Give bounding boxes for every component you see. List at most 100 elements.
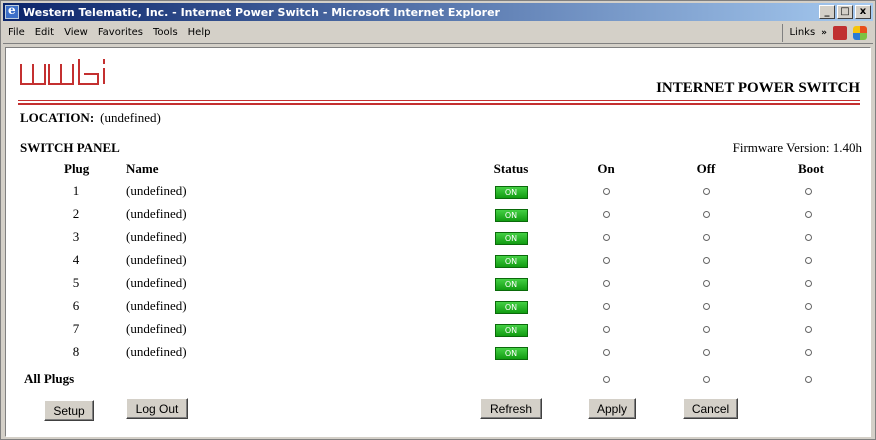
plug-name: (undefined) xyxy=(126,252,187,267)
header-divider xyxy=(18,100,860,101)
close-button[interactable]: x xyxy=(855,5,871,19)
header-off: Off xyxy=(696,161,716,176)
plug-number: 8 xyxy=(72,344,80,359)
menu-edit[interactable]: Edit xyxy=(30,27,59,38)
plug-name: (undefined) xyxy=(126,344,187,359)
plug-number: 2 xyxy=(72,206,80,221)
menu-view[interactable]: View xyxy=(59,27,93,38)
header-divider-thick xyxy=(18,103,860,105)
plug-number: 4 xyxy=(72,252,80,267)
page-content: INTERNET POWER SWITCH LOCATION: (undefine… xyxy=(5,47,871,437)
on-radio[interactable] xyxy=(602,211,610,218)
status-badge: ON xyxy=(494,209,528,222)
all-boot-radio[interactable] xyxy=(804,376,812,383)
table-header: Plug Name Status On Off Boot xyxy=(6,159,872,179)
internet-explorer-icon xyxy=(5,3,19,19)
header-boot: Boot xyxy=(798,161,824,176)
menu-tools[interactable]: Tools xyxy=(148,27,183,38)
status-badge: ON xyxy=(494,232,528,245)
menu-file[interactable]: File xyxy=(3,27,30,38)
toolbar-addon-icon[interactable] xyxy=(833,25,847,40)
switch-panel-label: SWITCH PANEL xyxy=(20,140,120,155)
table-row: 5 (undefined) ON xyxy=(6,273,872,293)
maximize-button[interactable]: □ xyxy=(837,5,853,19)
plug-number: 5 xyxy=(72,275,80,290)
status-badge: ON xyxy=(494,186,528,199)
table-row: 3 (undefined) ON xyxy=(6,227,872,247)
links-label[interactable]: Links xyxy=(789,27,815,38)
status-badge: ON xyxy=(494,324,528,337)
table-row: 4 (undefined) ON xyxy=(6,250,872,270)
on-radio[interactable] xyxy=(602,257,610,264)
header-plug: Plug xyxy=(64,161,90,176)
all-plugs-row: All Plugs xyxy=(6,369,872,389)
off-radio[interactable] xyxy=(702,234,710,241)
boot-radio[interactable] xyxy=(804,326,812,333)
plug-name: (undefined) xyxy=(126,298,187,313)
boot-radio[interactable] xyxy=(804,280,812,287)
windows-logo-icon xyxy=(853,25,867,40)
menu-bar: File Edit View Favorites Tools Help Link… xyxy=(3,22,873,44)
table-row: 7 (undefined) ON xyxy=(6,319,872,339)
cancel-button[interactable]: Cancel xyxy=(683,398,738,419)
logout-button[interactable]: Log Out xyxy=(126,398,188,419)
links-chevron-icon[interactable]: » xyxy=(821,28,827,38)
firmware-version: Firmware Version: 1.40h xyxy=(732,140,862,155)
location-label: LOCATION: xyxy=(20,110,95,125)
status-badge: ON xyxy=(494,301,528,314)
plug-name: (undefined) xyxy=(126,183,187,198)
refresh-button[interactable]: Refresh xyxy=(480,398,542,419)
links-toolbar: Links » xyxy=(782,23,873,42)
menu-favorites[interactable]: Favorites xyxy=(93,27,148,38)
table-row: 6 (undefined) ON xyxy=(6,296,872,316)
setup-button[interactable]: Setup xyxy=(44,400,94,421)
boot-radio[interactable] xyxy=(804,188,812,195)
window-title: Western Telematic, Inc. - Internet Power… xyxy=(23,5,500,19)
plug-name: (undefined) xyxy=(126,321,187,336)
plug-number: 1 xyxy=(72,183,80,198)
off-radio[interactable] xyxy=(702,257,710,264)
plug-name: (undefined) xyxy=(126,229,187,244)
on-radio[interactable] xyxy=(602,280,610,287)
page-title: INTERNET POWER SWITCH xyxy=(656,80,860,96)
off-radio[interactable] xyxy=(702,326,710,333)
boot-radio[interactable] xyxy=(804,234,812,241)
plug-number: 7 xyxy=(72,321,80,336)
title-bar: Western Telematic, Inc. - Internet Power… xyxy=(3,3,873,21)
wti-logo xyxy=(18,56,116,95)
menu-help[interactable]: Help xyxy=(183,27,216,38)
minimize-button[interactable]: _ xyxy=(819,5,835,19)
off-radio[interactable] xyxy=(702,349,710,356)
all-on-radio[interactable] xyxy=(602,376,610,383)
plug-name: (undefined) xyxy=(126,275,187,290)
boot-radio[interactable] xyxy=(804,349,812,356)
on-radio[interactable] xyxy=(602,188,610,195)
plug-number: 6 xyxy=(72,298,80,313)
status-badge: ON xyxy=(494,347,528,360)
boot-radio[interactable] xyxy=(804,303,812,310)
apply-button[interactable]: Apply xyxy=(588,398,636,419)
location-value: (undefined) xyxy=(100,110,161,125)
location-line: LOCATION: (undefined) xyxy=(20,110,161,126)
all-plugs-label: All Plugs xyxy=(24,371,75,386)
on-radio[interactable] xyxy=(602,349,610,356)
on-radio[interactable] xyxy=(602,303,610,310)
header-status: Status xyxy=(493,161,529,176)
boot-radio[interactable] xyxy=(804,211,812,218)
plug-number: 3 xyxy=(72,229,80,244)
header-on: On xyxy=(597,161,615,176)
table-row: 8 (undefined) ON xyxy=(6,342,872,362)
on-radio[interactable] xyxy=(602,326,610,333)
off-radio[interactable] xyxy=(702,303,710,310)
browser-window: Western Telematic, Inc. - Internet Power… xyxy=(0,0,876,440)
table-row: 2 (undefined) ON xyxy=(6,204,872,224)
on-radio[interactable] xyxy=(602,234,610,241)
all-off-radio[interactable] xyxy=(702,376,710,383)
off-radio[interactable] xyxy=(702,280,710,287)
table-row: 1 (undefined) ON xyxy=(6,181,872,201)
off-radio[interactable] xyxy=(702,188,710,195)
off-radio[interactable] xyxy=(702,211,710,218)
status-badge: ON xyxy=(494,255,528,268)
status-badge: ON xyxy=(494,278,528,291)
boot-radio[interactable] xyxy=(804,257,812,264)
